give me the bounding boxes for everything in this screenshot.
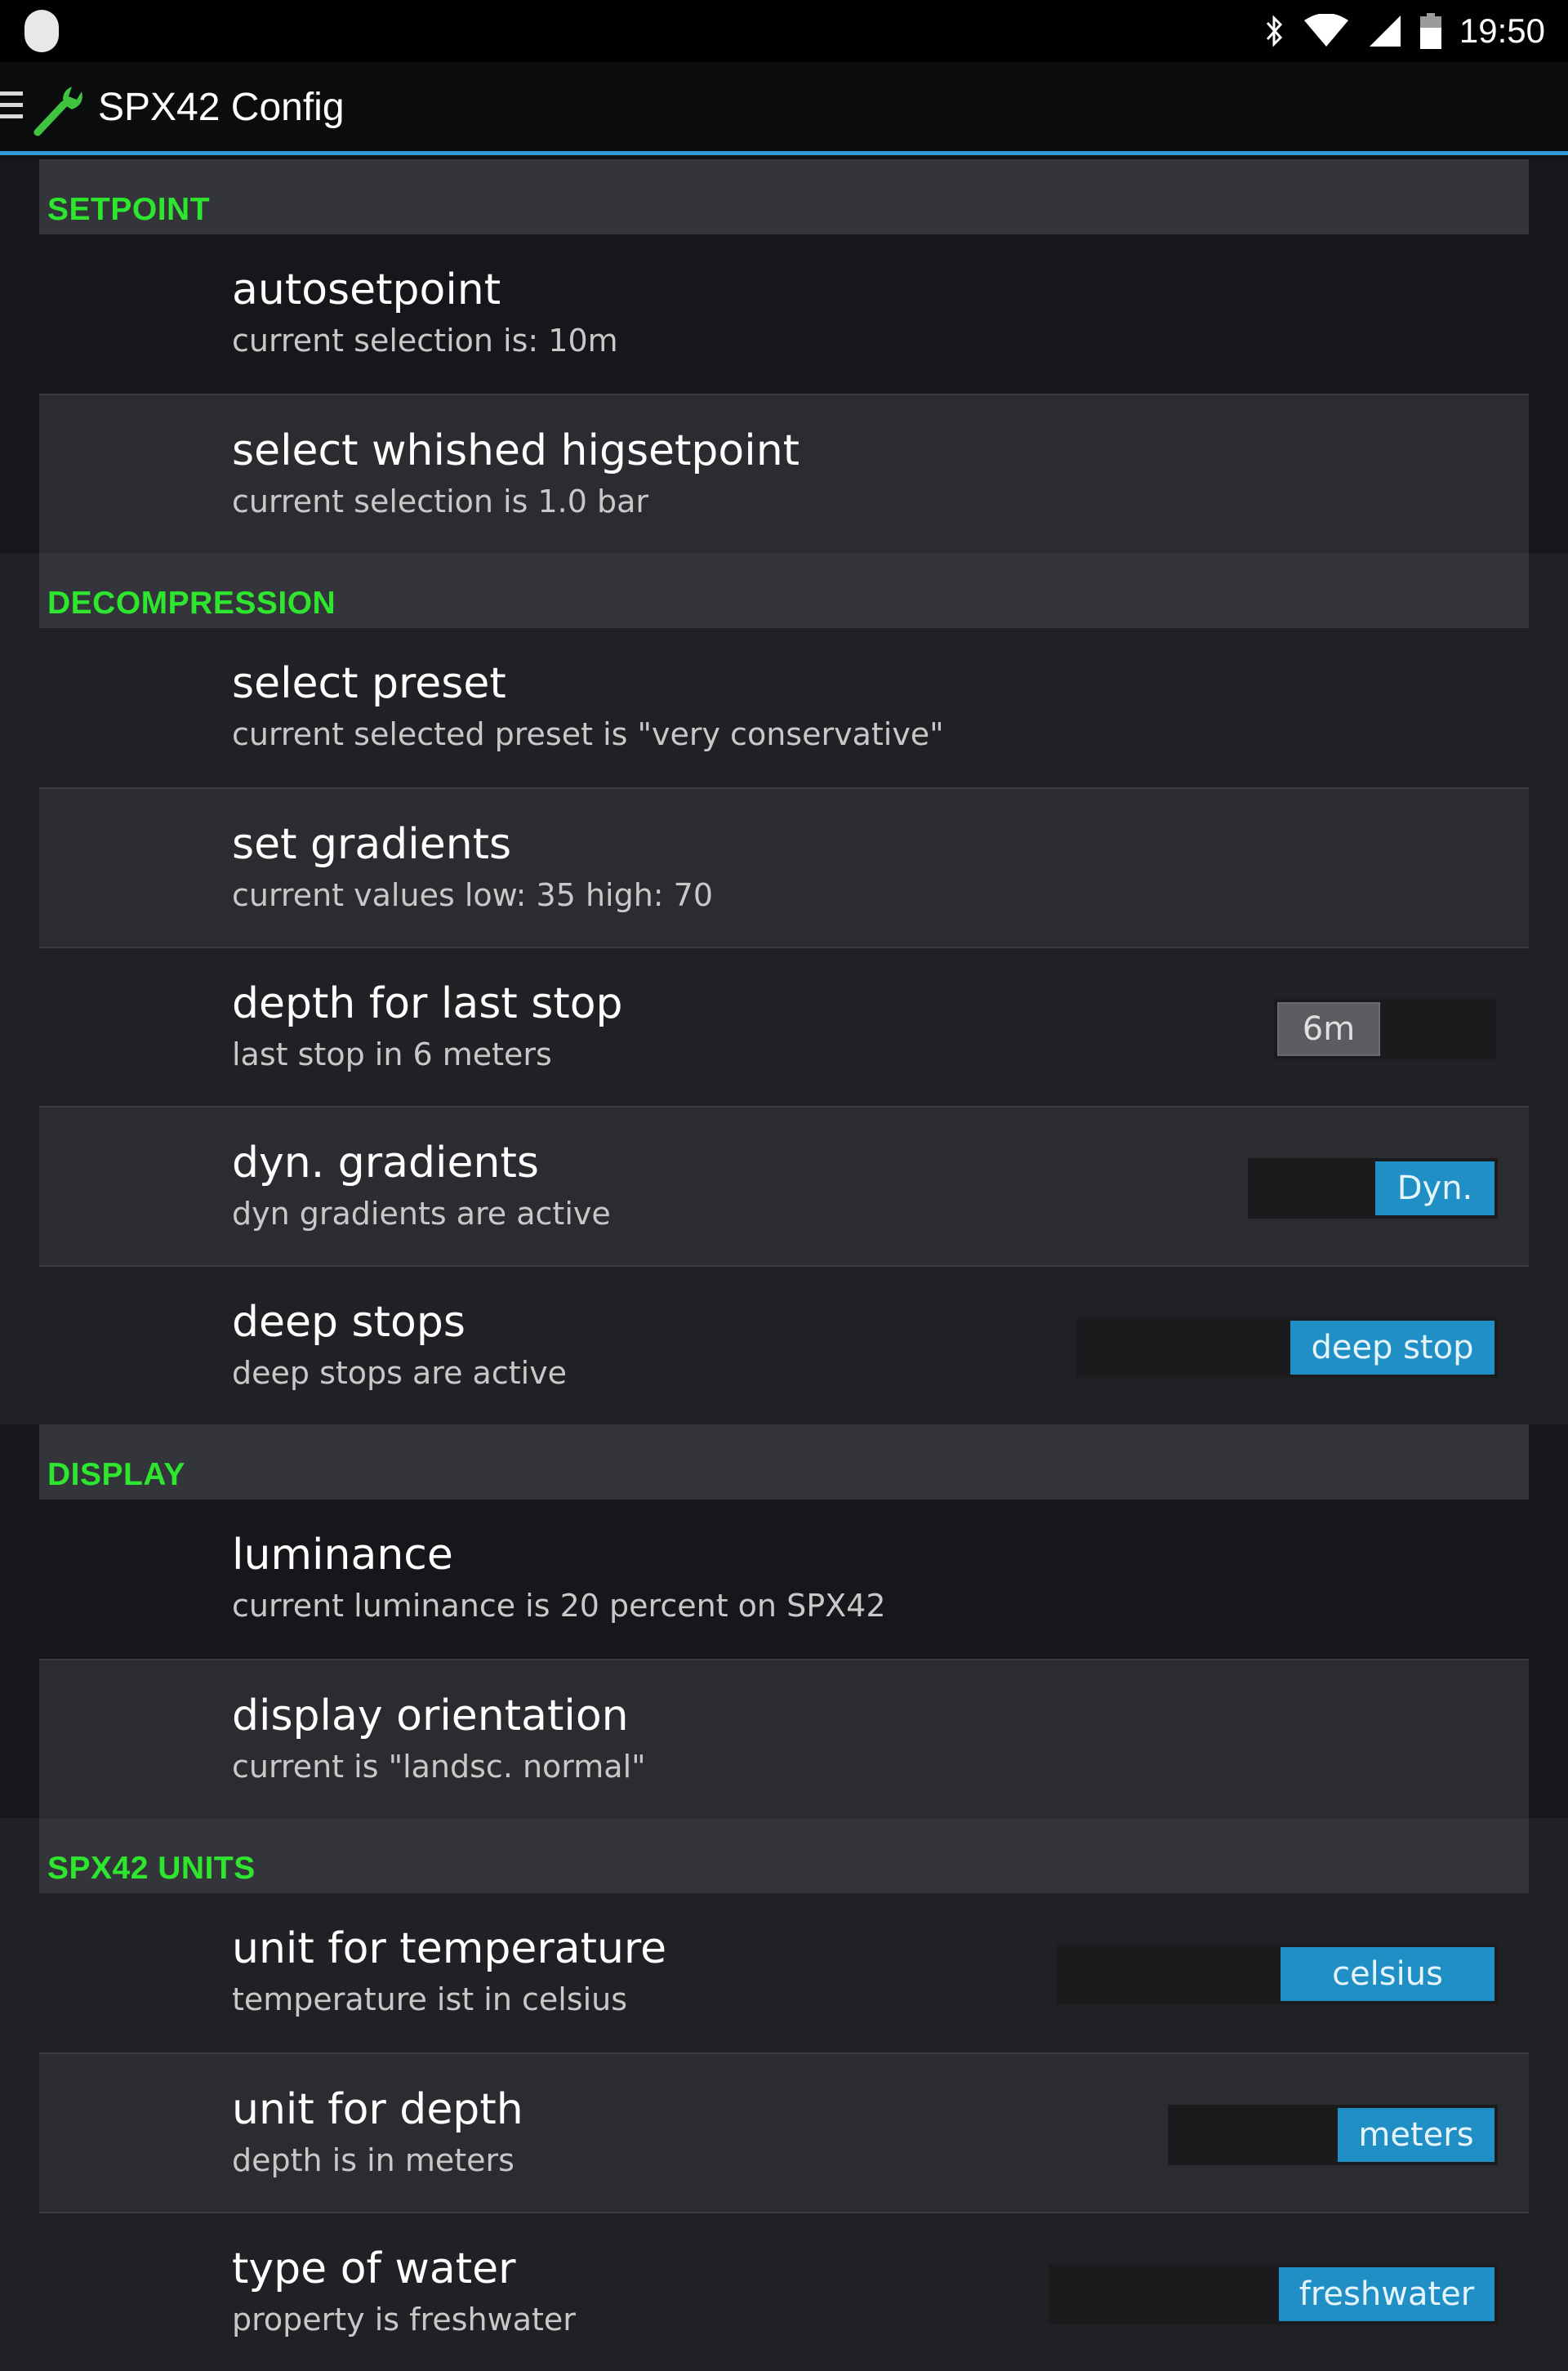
pref-title: type of water — [232, 2244, 516, 2293]
pref-summary: last stop in 6 meters — [232, 1036, 552, 1072]
toggle-thumb: Dyn. — [1375, 1161, 1494, 1215]
drawer-menu-icon[interactable] — [0, 91, 24, 127]
pref-summary: depth is in meters — [232, 2142, 514, 2178]
category-header-setpoint: SETPOINT — [39, 159, 1529, 234]
pref-summary: current values low: 35 high: 70 — [232, 877, 714, 913]
pref-summary: current selected preset is "very conserv… — [232, 716, 944, 752]
toggle-thumb: deep stop — [1290, 1321, 1494, 1375]
pref-unit-depth[interactable]: unit for depth depth is in meters meters — [39, 2052, 1529, 2212]
pref-title: deep stops — [232, 1298, 466, 1347]
last-stop-toggle[interactable]: 6m — [1274, 999, 1496, 1059]
pref-title: select preset — [232, 659, 506, 708]
action-bar: SPX42 Config — [0, 62, 1568, 155]
wifi-icon — [1303, 14, 1348, 47]
toggle-thumb: celsius — [1281, 1947, 1494, 2001]
pref-highsetpoint[interactable]: select whished higsetpoint current selec… — [39, 394, 1529, 553]
category-header-units: SPX42 UNITS — [39, 1818, 1529, 1893]
pref-select-preset[interactable]: select preset current selected preset is… — [39, 628, 1529, 787]
deep-stops-toggle[interactable]: deep stop — [1076, 1317, 1498, 1378]
category-header-display: DISPLAY — [39, 1424, 1529, 1500]
pref-title: display orientation — [232, 1691, 629, 1740]
pref-luminance[interactable]: luminance current luminance is 20 percen… — [39, 1500, 1529, 1659]
notification-icon — [24, 10, 59, 52]
pref-title: select whished higsetpoint — [232, 426, 800, 475]
status-bar: 19:50 — [0, 0, 1568, 62]
battery-icon — [1419, 13, 1441, 49]
section-display: DISPLAY luminance current luminance is 2… — [0, 1424, 1568, 1818]
pref-summary: deep stops are active — [232, 1355, 568, 1391]
wrench-icon[interactable] — [31, 80, 88, 137]
app-title: SPX42 Config — [98, 86, 345, 129]
toggle-thumb: 6m — [1277, 1002, 1380, 1056]
preferences-list: SETPOINT autosetpoint current selection … — [0, 159, 1568, 2371]
pref-type-of-water[interactable]: type of water property is freshwater fre… — [39, 2212, 1529, 2371]
pref-summary: current selection is 1.0 bar — [232, 484, 649, 519]
clock: 19:50 — [1459, 11, 1545, 50]
bluetooth-icon — [1266, 15, 1282, 47]
pref-set-gradients[interactable]: set gradients current values low: 35 hig… — [39, 787, 1529, 947]
depth-unit-toggle[interactable]: meters — [1168, 2105, 1498, 2165]
pref-title: depth for last stop — [232, 979, 623, 1028]
pref-display-orientation[interactable]: display orientation current is "landsc. … — [39, 1659, 1529, 1818]
section-units: SPX42 UNITS unit for temperature tempera… — [0, 1818, 1568, 2371]
pref-unit-temperature[interactable]: unit for temperature temperature ist in … — [39, 1893, 1529, 2052]
pref-title: unit for depth — [232, 2085, 523, 2134]
status-icons: 19:50 — [1265, 0, 1545, 62]
pref-autosetpoint[interactable]: autosetpoint current selection is: 10m — [39, 234, 1529, 394]
pref-title: luminance — [232, 1531, 453, 1580]
pref-summary: temperature ist in celsius — [232, 1981, 628, 2017]
toggle-thumb: freshwater — [1279, 2267, 1494, 2321]
category-header-decompression: DECOMPRESSION — [39, 553, 1529, 628]
pref-summary: current luminance is 20 percent on SPX42 — [232, 1588, 886, 1624]
pref-title: dyn. gradients — [232, 1139, 539, 1188]
water-type-toggle[interactable]: freshwater — [1049, 2264, 1498, 2324]
pref-dyn-gradients[interactable]: dyn. gradients dyn gradients are active … — [39, 1106, 1529, 1265]
section-setpoint: SETPOINT autosetpoint current selection … — [0, 159, 1568, 553]
toggle-thumb: meters — [1338, 2108, 1494, 2162]
pref-title: autosetpoint — [232, 265, 501, 314]
pref-summary: property is freshwater — [232, 2302, 576, 2338]
pref-summary: current is "landsc. normal" — [232, 1749, 646, 1785]
pref-deep-stops[interactable]: deep stops deep stops are active deep st… — [39, 1265, 1529, 1424]
temperature-unit-toggle[interactable]: celsius — [1057, 1944, 1498, 2004]
pref-last-stop[interactable]: depth for last stop last stop in 6 meter… — [39, 947, 1529, 1106]
section-decompression: DECOMPRESSION select preset current sele… — [0, 553, 1568, 1424]
signal-icon — [1369, 16, 1401, 47]
pref-summary: current selection is: 10m — [232, 323, 618, 359]
pref-title: unit for temperature — [232, 1924, 667, 1973]
pref-summary: dyn gradients are active — [232, 1196, 611, 1232]
dyn-gradients-toggle[interactable]: Dyn. — [1248, 1158, 1498, 1219]
pref-title: set gradients — [232, 820, 512, 869]
